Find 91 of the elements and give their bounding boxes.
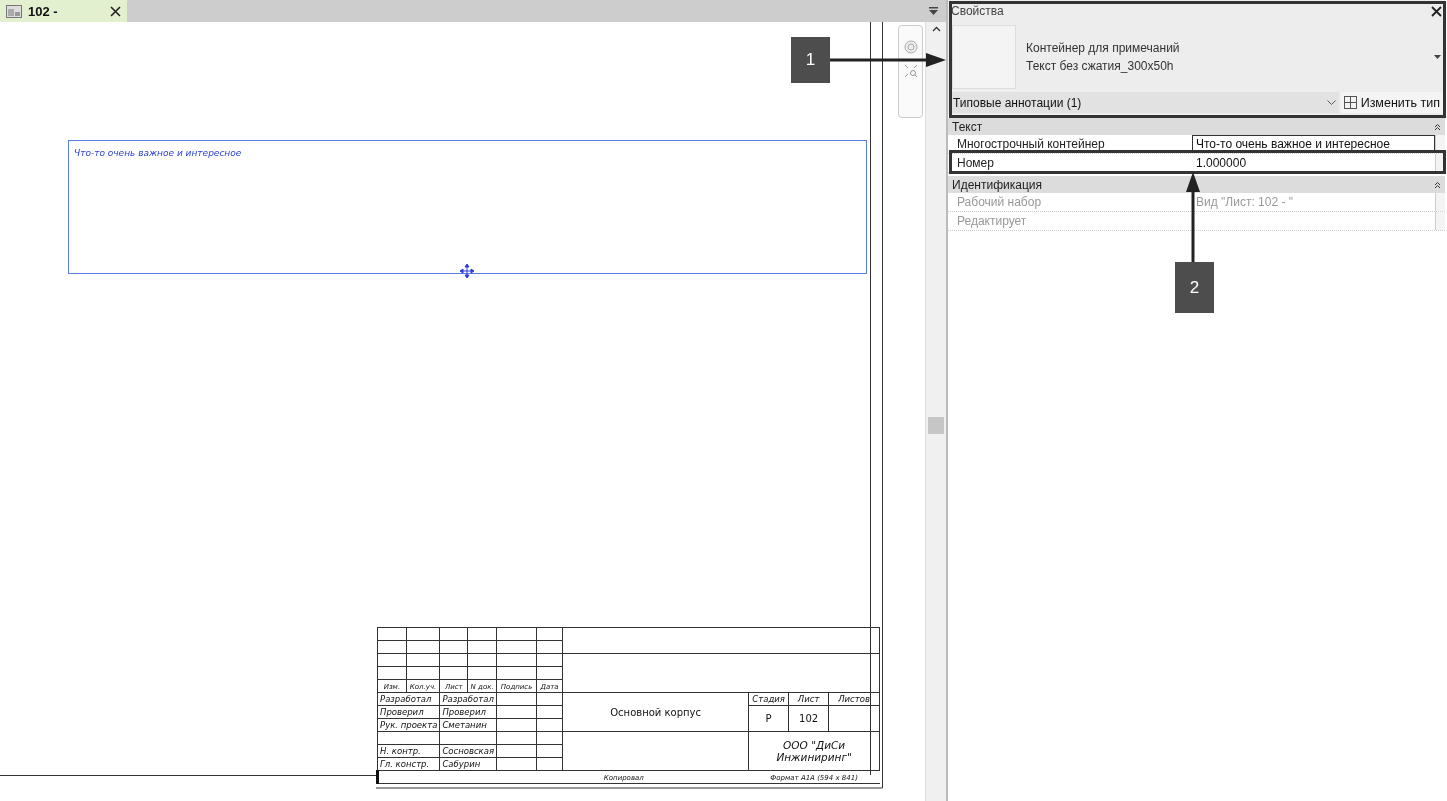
- row-scrollbar[interactable]: [1435, 154, 1445, 172]
- table-cell: [467, 640, 497, 654]
- callout-label: 1: [791, 37, 830, 83]
- close-icon[interactable]: [110, 5, 121, 17]
- table-cell: [496, 627, 537, 641]
- caret-icon[interactable]: [1434, 55, 1441, 59]
- table-cell: [467, 666, 497, 680]
- table-cell: Р: [748, 705, 789, 732]
- type-preview: [952, 25, 1016, 89]
- row-scrollbar[interactable]: [1435, 212, 1445, 230]
- callout-label: 2: [1175, 262, 1214, 313]
- collapse-icon[interactable]: [1434, 180, 1441, 189]
- table-cell: [467, 653, 497, 667]
- table-cell: Проверил: [377, 705, 440, 719]
- table-cell: [496, 757, 537, 771]
- table-cell: Разработал: [439, 692, 497, 706]
- note-text: Что-то очень важное и интересное: [74, 148, 242, 158]
- property-label: Рабочий набор: [956, 194, 1043, 211]
- navigation-bar[interactable]: [898, 25, 923, 118]
- property-label: Номер: [956, 155, 995, 172]
- table-cell: Сосновская: [439, 744, 497, 758]
- scroll-up-icon[interactable]: [931, 26, 941, 32]
- table-cell: [828, 705, 880, 732]
- table-cell: [496, 666, 537, 680]
- scroll-thumb[interactable]: [928, 417, 944, 434]
- table-cell: ООО "ДиСи Инжиниринг": [748, 731, 880, 771]
- property-label: Редактирует: [956, 213, 1028, 230]
- table-cell: [536, 627, 563, 641]
- table-cell: [439, 731, 497, 745]
- group-header[interactable]: Идентификация: [948, 176, 1445, 193]
- column-header: Лист: [788, 692, 829, 706]
- table-cell: [467, 627, 497, 641]
- type-name: Текст без сжатия_300x50h: [1026, 59, 1175, 73]
- table-cell: Сметанин: [439, 718, 497, 732]
- table-cell: [439, 640, 468, 654]
- table-cell: [406, 640, 440, 654]
- table-cell: [536, 731, 563, 745]
- type-family: Контейнер для примечаний: [1026, 41, 1181, 55]
- move-handle-icon[interactable]: [460, 264, 474, 278]
- table-cell: [496, 692, 537, 706]
- table-cell: [439, 666, 468, 680]
- close-icon[interactable]: [1431, 5, 1442, 17]
- table-cell: [496, 705, 537, 719]
- property-value-field[interactable]: 1.000000: [1192, 154, 1435, 172]
- vertical-scrollbar[interactable]: [925, 22, 946, 801]
- table-cell: [536, 653, 563, 667]
- table-cell: [406, 653, 440, 667]
- column-header: Листов: [828, 692, 880, 706]
- group-title: Текст: [952, 119, 983, 134]
- table-cell: [496, 653, 537, 667]
- table-cell: [496, 640, 537, 654]
- column-header: Стадия: [748, 692, 789, 706]
- table-cell: [536, 692, 563, 706]
- table-cell: Основной корпус: [562, 692, 749, 732]
- table-cell: [439, 627, 468, 641]
- table-cell: Рук. проекта: [377, 718, 440, 732]
- table-cell: 102: [788, 705, 829, 732]
- table-cell: [406, 666, 440, 680]
- property-label: Многострочный контейнер: [956, 136, 1106, 153]
- group-header[interactable]: Текст: [948, 118, 1445, 135]
- table-cell: Н. контр.: [377, 744, 440, 758]
- group-title: Идентификация: [952, 177, 1042, 192]
- collapse-icon[interactable]: [1434, 122, 1441, 131]
- table-cell: [406, 627, 440, 641]
- table-cell: [377, 653, 407, 667]
- chevron-down-icon: [1326, 100, 1336, 105]
- table-cell: [377, 627, 407, 641]
- instance-filter-dropdown[interactable]: Типовые аннотации (1): [950, 92, 1339, 113]
- tab-title: 102 -: [28, 3, 59, 19]
- row-scrollbar[interactable]: [1435, 135, 1445, 153]
- table-cell: [496, 744, 537, 758]
- panel-title: Свойства: [951, 4, 1004, 18]
- row-scrollbar[interactable]: [1435, 193, 1445, 211]
- table-cell: Разработал: [377, 692, 440, 706]
- property-value-field[interactable]: Что-то очень важное и интересное: [1192, 135, 1435, 153]
- sheet-icon: [6, 4, 22, 18]
- table-cell: [377, 731, 440, 745]
- zoom-icon[interactable]: [903, 64, 918, 78]
- type-selector[interactable]: Контейнер для примечаний Текст без сжатия_300x50h: [948, 22, 1445, 92]
- edit-type-button[interactable]: Изменить тип: [1340, 92, 1443, 113]
- table-cell: [496, 731, 537, 745]
- table-cell: Сабурин: [439, 757, 497, 771]
- table-cell: Гл. констр.: [377, 757, 440, 771]
- table-cell: [496, 718, 537, 732]
- grid-icon: [1343, 96, 1357, 109]
- dropdown-icon[interactable]: [929, 7, 938, 15]
- table-cell: [377, 640, 407, 654]
- table-cell: [439, 653, 468, 667]
- table-cell: Проверил: [439, 705, 497, 719]
- sheet-tab[interactable]: 102 -: [0, 0, 127, 22]
- table-cell: [377, 666, 407, 680]
